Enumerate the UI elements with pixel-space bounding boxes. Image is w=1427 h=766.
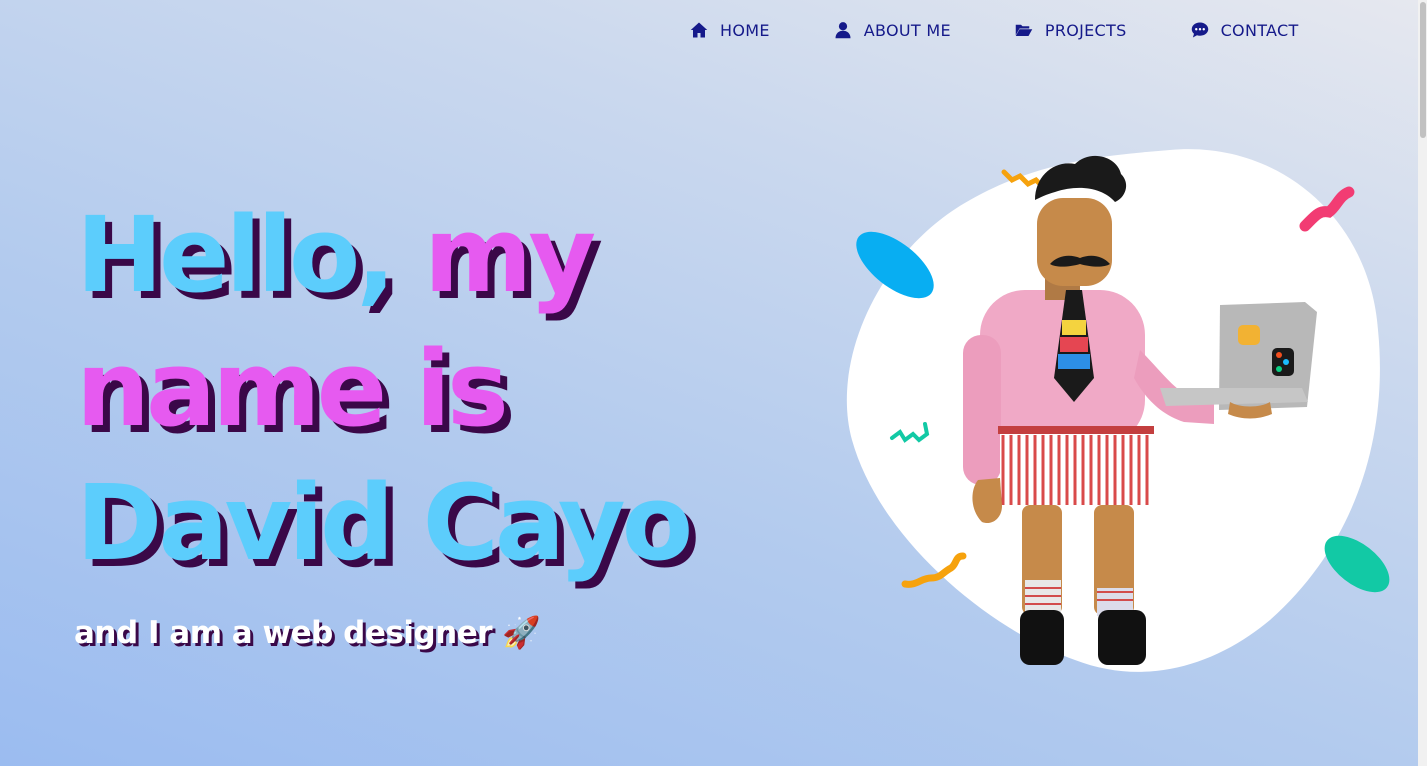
hero-illustration — [846, 149, 1390, 672]
hero-my: my — [424, 194, 596, 316]
hero-line-2: name is — [76, 328, 509, 450]
sketch-sticker — [1238, 325, 1260, 345]
folder-open-icon — [1015, 24, 1033, 36]
user-icon — [835, 22, 851, 39]
scrollbar-track[interactable] — [1418, 0, 1427, 766]
chat-icon — [1191, 22, 1208, 38]
nav-about-label: ABOUT ME — [863, 20, 951, 40]
nav-projects[interactable]: PROJECTS — [1015, 18, 1127, 42]
nav-home[interactable]: HOME — [690, 18, 770, 42]
hero-heading: Hello, my name is David Cayo — [76, 188, 693, 590]
nav-projects-label: PROJECTS — [1044, 20, 1127, 40]
main-nav: HOME ABOUT ME PROJECTS CONTACT — [690, 18, 1299, 42]
hero-subtitle-text: and I am a web designer — [74, 615, 493, 651]
nav-home-label: HOME — [720, 20, 770, 40]
home-icon — [690, 22, 708, 38]
nav-about[interactable]: ABOUT ME — [834, 18, 951, 42]
scrollbar-thumb[interactable] — [1420, 2, 1426, 138]
nav-contact-label: CONTACT — [1220, 20, 1299, 40]
hero-hello: Hello, — [76, 194, 396, 316]
rocket-icon: 🚀 — [502, 615, 541, 651]
hero-line-3: David Cayo — [76, 462, 693, 584]
hero-line-1: Hello, my — [76, 188, 689, 322]
hero-subtitle: and I am a web designer 🚀 — [74, 614, 541, 651]
nav-contact[interactable]: CONTACT — [1191, 18, 1299, 42]
